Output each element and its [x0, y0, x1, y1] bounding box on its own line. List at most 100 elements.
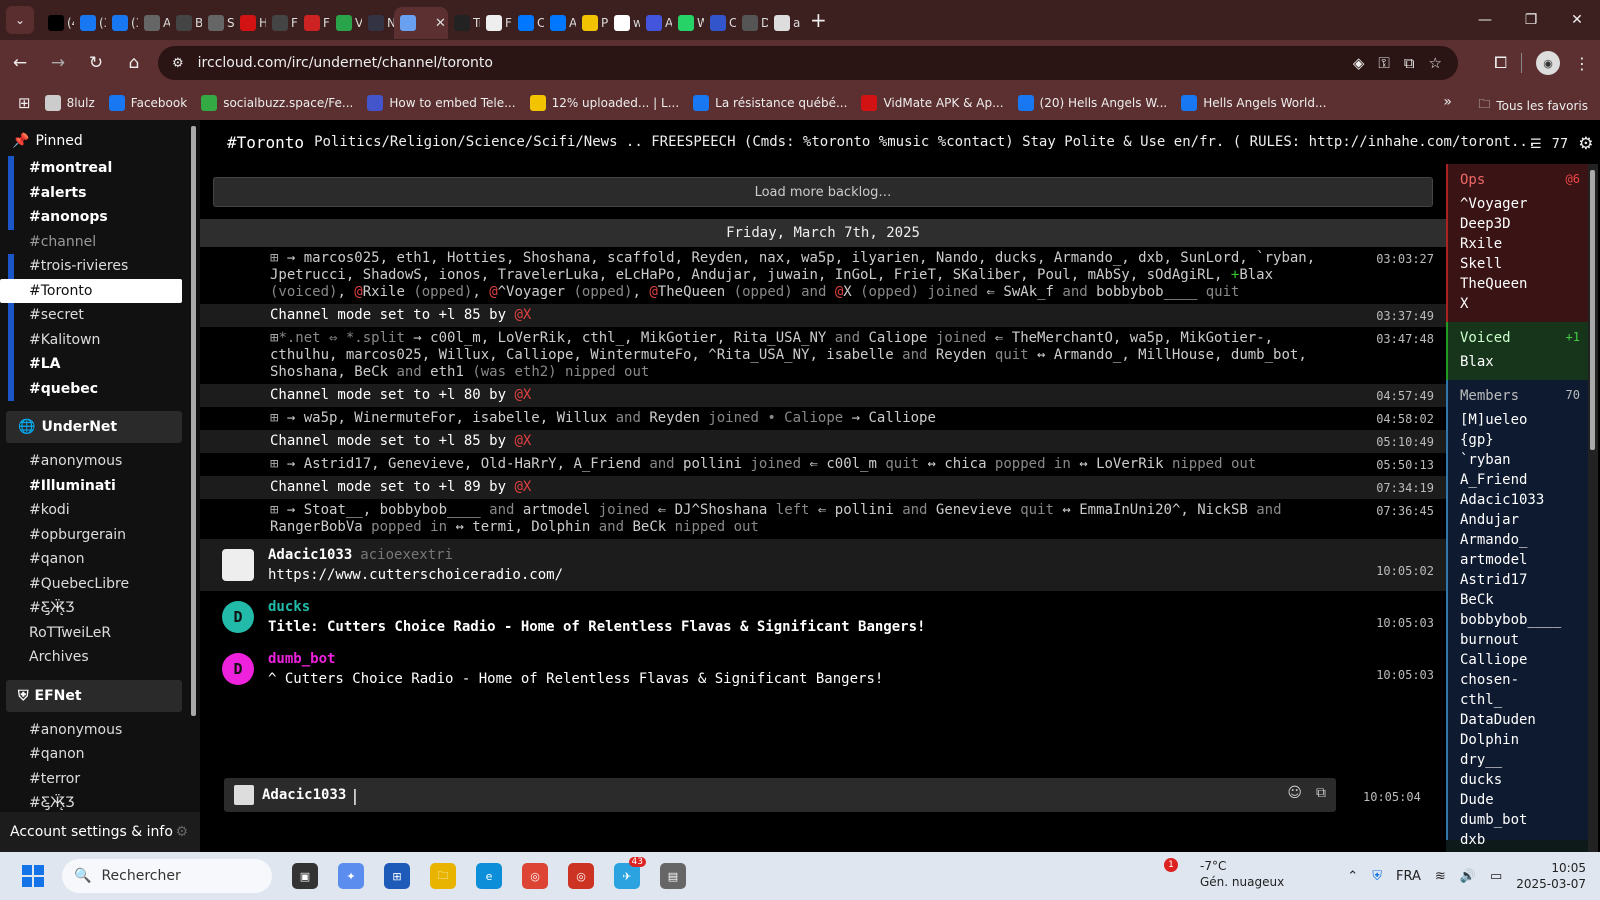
member-item[interactable]: ducks [1460, 770, 1588, 790]
member-item[interactable]: burnout [1460, 630, 1588, 650]
member-item[interactable]: Skell [1460, 254, 1588, 274]
sidebar-channel[interactable]: Archives [0, 645, 200, 670]
member-item[interactable]: Calliope [1460, 650, 1588, 670]
minimize-button[interactable]: — [1462, 12, 1508, 28]
member-item[interactable]: A_Friend [1460, 470, 1588, 490]
taskbar-search[interactable]: 🔍 Rechercher [62, 859, 272, 893]
menu-kebab-icon[interactable]: ⋮ [1574, 54, 1590, 73]
bookmark-item[interactable]: 12% uploaded... | L... [529, 95, 679, 111]
browser-tab[interactable]: Fi [266, 7, 298, 39]
sidebar-channel[interactable]: #alerts [0, 180, 200, 205]
security-icon[interactable]: ⛨ [1372, 869, 1382, 884]
sidebar-channel[interactable]: #QuebecLibre [0, 572, 200, 597]
browser-tab[interactable]: w [608, 7, 640, 39]
member-item[interactable]: cthl_ [1460, 690, 1588, 710]
sidebar-scrollbar[interactable] [191, 126, 196, 716]
member-list-icon[interactable]: ☰ [1530, 137, 1542, 152]
bookmark-item[interactable]: VidMate APK & Ap... [861, 95, 1004, 111]
message-text[interactable]: https://www.cutterschoiceradio.com/ [268, 565, 1316, 585]
emoji-icon[interactable]: ☺ [1287, 785, 1302, 801]
open-in-app-icon[interactable]: ⧉ [1404, 54, 1415, 72]
sidebar-channel[interactable]: #qanon [0, 742, 200, 767]
browser-tab[interactable]: Ac [138, 7, 170, 39]
close-tab-icon[interactable]: ✕ [435, 16, 446, 31]
bookmarks-overflow-icon[interactable]: » [1443, 94, 1452, 110]
volume-icon[interactable]: 🔊 [1460, 869, 1476, 884]
member-item[interactable]: Astrid17 [1460, 570, 1588, 590]
bookmark-item[interactable]: Hells Angels World... [1181, 95, 1326, 111]
sidebar-channel[interactable]: #kodi [0, 498, 200, 523]
chrome-icon[interactable]: ◎ [522, 863, 548, 889]
clock[interactable]: 10:05 2025-03-07 [1516, 860, 1586, 892]
weather-widget[interactable]: 1 -7°C Gén. nuageux [1164, 858, 1284, 890]
member-item[interactable]: {gp} [1460, 430, 1588, 450]
server-efnet[interactable]: ⛨ EFNet [6, 679, 182, 712]
bookmark-item[interactable]: 8lulz [44, 95, 95, 111]
message-nick[interactable]: Adacic1033 [268, 547, 352, 563]
site-info-icon[interactable]: ⚙ [172, 56, 184, 71]
message-input[interactable]: Adacic1033 | ☺ ⧉ [224, 778, 1336, 812]
member-item[interactable]: Dude [1460, 790, 1588, 810]
home-button[interactable]: ⌂ [116, 45, 152, 81]
bookmark-item[interactable]: La résistance québé... [693, 95, 847, 111]
bookmark-item[interactable]: socialbuzz.space/Fe... [201, 95, 353, 111]
browser-tab[interactable]: Bl [170, 7, 202, 39]
member-item[interactable]: Andujar [1460, 510, 1588, 530]
sidebar-channel[interactable]: #Ƹ̵̡Ӝ̵̨̄Ʒ [0, 596, 200, 621]
user-avatar[interactable]: D [222, 653, 254, 685]
message-nick[interactable]: dumb_bot [268, 651, 335, 667]
browser-tab[interactable]: N [362, 7, 394, 39]
upload-icon[interactable]: ⧉ [1316, 785, 1326, 801]
browser-tab[interactable]: Pr [576, 7, 608, 39]
gear-icon[interactable]: ⚙ [175, 824, 188, 840]
reload-button[interactable]: ↻ [78, 45, 114, 81]
member-item[interactable]: ^Voyager [1460, 194, 1588, 214]
translate-icon[interactable]: ◈ [1353, 54, 1365, 72]
load-more-backlog-button[interactable]: Load more backlog… [213, 177, 1433, 207]
sidebar-channel[interactable]: #secret [0, 303, 200, 328]
member-item[interactable]: Blax [1460, 352, 1588, 372]
member-item[interactable]: DataDuden [1460, 710, 1588, 730]
browser-tab[interactable]: Ac [640, 7, 672, 39]
member-item[interactable]: bobbybob____ [1460, 610, 1588, 630]
sidebar-channel[interactable]: #anonymous [0, 449, 200, 474]
apps-grid-icon[interactable]: ⊞ [18, 94, 31, 112]
browser-tab[interactable]: (4 [42, 7, 74, 39]
wifi-icon[interactable]: ≋ [1435, 869, 1446, 884]
tab-search-button[interactable]: ⌄ [6, 6, 34, 34]
all-bookmarks-button[interactable]: 🗀 Tous les favoris [1478, 95, 1588, 116]
member-scrollbar[interactable] [1590, 170, 1595, 450]
server-undernet[interactable]: 🌐 UnderNet [6, 411, 182, 443]
account-settings-button[interactable]: Account settings & info ⚙ [0, 812, 200, 852]
telegram-icon[interactable]: ✈ 43 [614, 857, 646, 889]
sidebar-channel[interactable]: #qanon [0, 547, 200, 572]
sidebar-channel[interactable]: #Ƹ̵̡Ӝ̵̨̄Ʒ [0, 791, 200, 809]
sidebar-channel[interactable]: #terror [0, 767, 200, 792]
member-item[interactable]: dumb_bot [1460, 810, 1588, 830]
bookmark-item[interactable]: (20) Hells Angels W... [1017, 95, 1167, 111]
member-item[interactable]: Armando_ [1460, 530, 1588, 550]
member-item[interactable]: TheQueen [1460, 274, 1588, 294]
sidebar-channel[interactable]: RoTTweiLeR [0, 621, 200, 646]
member-item[interactable]: BeCk [1460, 590, 1588, 610]
member-item[interactable]: dxb [1460, 830, 1588, 850]
sidebar-channel[interactable]: #Illuminati [0, 474, 200, 499]
sidebar-channel[interactable]: #anonops [0, 205, 200, 230]
browser-tab[interactable]: Fc [480, 7, 512, 39]
browser-tab[interactable]: Tr [448, 7, 480, 39]
chrome-profile-icon[interactable]: ◎ [568, 863, 594, 889]
profile-avatar[interactable]: ◉ [1536, 51, 1560, 75]
address-bar[interactable]: ⚙ irccloud.com/irc/undernet/channel/toro… [158, 46, 1458, 80]
store-icon[interactable]: ⊞ [384, 863, 410, 889]
browser-tab[interactable]: Dc [736, 7, 768, 39]
battery-icon[interactable]: ▭ [1490, 869, 1502, 884]
task-view-icon[interactable]: ▣ [292, 863, 318, 889]
sidebar-channel[interactable]: #quebec [0, 376, 200, 401]
channel-topic[interactable]: Politics/Religion/Science/Scifi/News .. … [314, 134, 1536, 150]
password-key-icon[interactable]: ⚿ [1378, 54, 1389, 72]
maximize-button[interactable]: ❐ [1508, 12, 1554, 28]
bookmark-item[interactable]: How to embed Tele... [367, 95, 516, 111]
browser-tab[interactable]: (3 [106, 7, 138, 39]
edge-icon[interactable]: e [476, 863, 502, 889]
file-explorer-icon[interactable]: 🗀 [430, 863, 456, 889]
